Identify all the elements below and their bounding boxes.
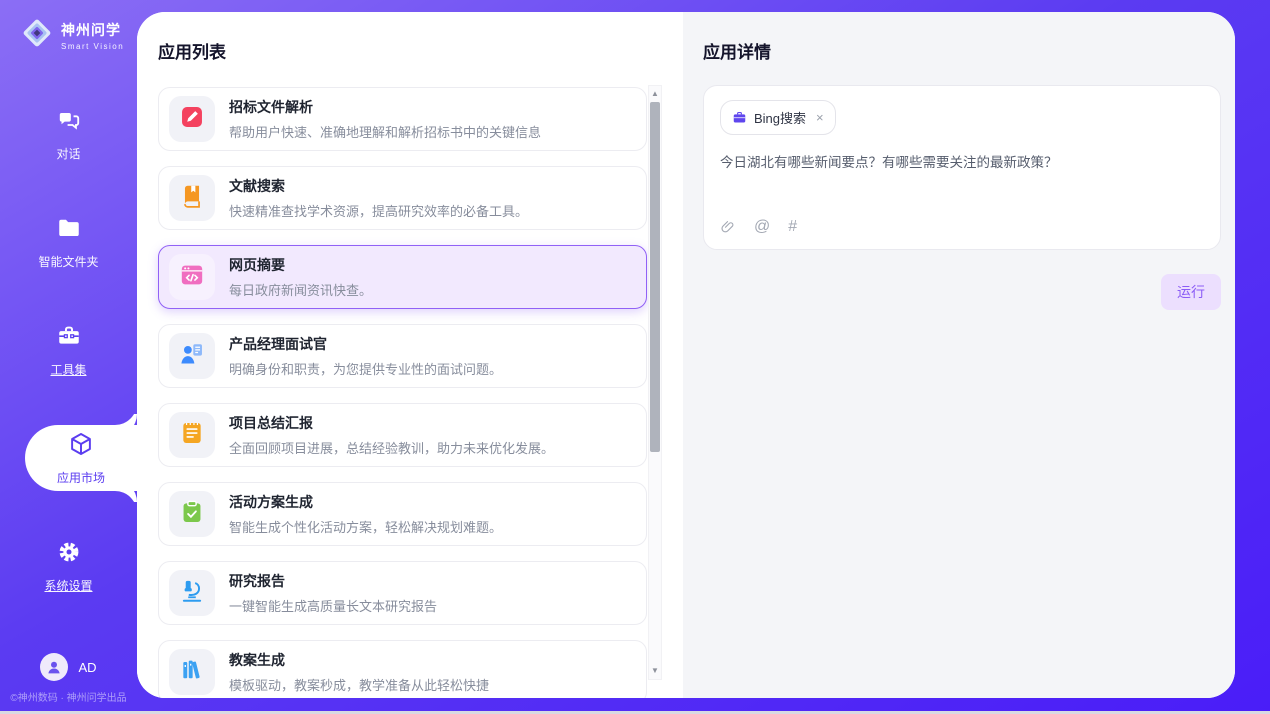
app-card-pm-interviewer[interactable]: 产品经理面试官 明确身份和职责，为您提供专业性的面试问题。: [158, 324, 647, 388]
app-card-title: 招标文件解析: [229, 97, 541, 117]
app-card-desc: 模板驱动，教案秒成，教学准备从此轻松快捷: [229, 675, 489, 694]
prompt-text[interactable]: 今日湖北有哪些新闻要点？有哪些需要关注的最新政策？: [720, 153, 1204, 173]
mention-icon[interactable]: @: [754, 218, 770, 236]
app-icon-tile: [169, 649, 215, 695]
app-icon-tile: [169, 254, 215, 300]
sidebar-item-label: 智能文件夹: [38, 253, 98, 270]
tool-tag-bing-search[interactable]: Bing搜索 ×: [720, 100, 836, 135]
app-window: 神州问学 Smart Vision 对话: [0, 0, 1270, 714]
app-card-event-plan[interactable]: 活动方案生成 智能生成个性化活动方案，轻松解决规划难题。: [158, 482, 647, 546]
scroll-down-icon[interactable]: ▼: [649, 664, 661, 678]
app-card-title: 文献搜索: [229, 176, 528, 196]
brand-subtitle: Smart Vision: [61, 42, 124, 51]
scrollbar[interactable]: ▲ ▼: [648, 85, 662, 680]
hash-icon[interactable]: #: [788, 218, 797, 236]
folder-icon: [56, 215, 82, 246]
pen-square-icon: [179, 104, 205, 135]
app-card-lesson-plan[interactable]: 教案生成 模板驱动，教案秒成，教学准备从此轻松快捷: [158, 640, 647, 698]
user-profile[interactable]: AD: [0, 653, 137, 681]
app-card-desc: 全面回顾项目进展，总结经验教训，助力未来优化发展。: [229, 438, 554, 457]
app-list-panel: 应用列表 招标文件解析 帮助用户快速、准确地理解和解析招标书中的关键信息: [137, 12, 683, 698]
close-icon[interactable]: ×: [816, 110, 824, 125]
app-card-desc: 明确身份和职责，为您提供专业性的面试问题。: [229, 359, 502, 378]
sidebar-item-app-market[interactable]: 应用市场: [25, 425, 137, 491]
app-icon-tile: [169, 175, 215, 221]
app-card-title: 教案生成: [229, 650, 489, 670]
toolbox-icon: [56, 323, 82, 354]
sidebar-item-label: 应用市场: [57, 469, 105, 486]
app-card-desc: 帮助用户快速、准确地理解和解析招标书中的关键信息: [229, 122, 541, 141]
sidebar: 神州问学 Smart Vision 对话: [0, 0, 137, 711]
app-card-web-summary[interactable]: 网页摘要 每日政府新闻资讯快查。: [158, 245, 647, 309]
app-detail-title: 应用详情: [703, 38, 1221, 63]
gear-icon: [56, 539, 82, 570]
chat-bubbles-icon: [56, 107, 82, 138]
sidebar-item-smart-folders[interactable]: 智能文件夹: [0, 218, 137, 266]
app-card-literature-search[interactable]: 文献搜索 快速精准查找学术资源，提高研究效率的必备工具。: [158, 166, 647, 230]
interviewer-icon: [179, 341, 205, 372]
copyright-footer: ©神州数码 · 神州问学出品: [0, 689, 137, 704]
sidebar-item-chat[interactable]: 对话: [0, 110, 137, 158]
brand-diamond-logo-icon: [20, 16, 54, 55]
scrollbar-thumb[interactable]: [650, 102, 660, 452]
clipboard-check-icon: [179, 499, 205, 530]
app-card-desc: 一键智能生成高质量长文本研究报告: [229, 596, 437, 615]
briefcase-icon: [732, 110, 747, 125]
app-card-desc: 每日政府新闻资讯快查。: [229, 280, 372, 299]
avatar: [40, 653, 68, 681]
prompt-card: Bing搜索 × 今日湖北有哪些新闻要点？有哪些需要关注的最新政策？ @ #: [703, 85, 1221, 250]
app-detail-panel: 应用详情 Bing搜索 × 今日湖北有哪些新闻要点？有哪些需要关注的最新政策？: [683, 12, 1235, 698]
run-row: 运行: [703, 274, 1221, 310]
app-icon-tile: [169, 412, 215, 458]
app-card-title: 活动方案生成: [229, 492, 502, 512]
books-icon: [179, 657, 205, 688]
book-icon: [179, 183, 205, 214]
app-icon-tile: [169, 96, 215, 142]
browser-code-icon: [179, 262, 205, 293]
sidebar-item-settings[interactable]: 系统设置: [0, 542, 137, 590]
sidebar-nav: 对话 智能文件夹: [0, 110, 137, 650]
app-card-title: 研究报告: [229, 571, 437, 591]
app-list-title: 应用列表: [158, 38, 683, 63]
microscope-icon: [179, 578, 205, 609]
app-card-list: 招标文件解析 帮助用户快速、准确地理解和解析招标书中的关键信息: [158, 87, 647, 698]
app-card-desc: 智能生成个性化活动方案，轻松解决规划难题。: [229, 517, 502, 536]
app-card-project-summary[interactable]: 项目总结汇报 全面回顾项目进展，总结经验教训，助力未来优化发展。: [158, 403, 647, 467]
tool-tag-label: Bing搜索: [754, 108, 806, 127]
app-card-desc: 快速精准查找学术资源，提高研究效率的必备工具。: [229, 201, 528, 220]
sidebar-item-label: 对话: [56, 145, 80, 162]
scroll-up-icon[interactable]: ▲: [649, 87, 661, 101]
sidebar-item-toolset[interactable]: 工具集: [0, 326, 137, 374]
memo-icon: [179, 420, 205, 451]
cube-icon: [68, 431, 94, 462]
paperclip-icon[interactable]: [720, 219, 736, 235]
app-card-research-report[interactable]: 研究报告 一键智能生成高质量长文本研究报告: [158, 561, 647, 625]
composer-icon-row: @ #: [720, 218, 797, 236]
app-icon-tile: [169, 491, 215, 537]
sidebar-item-label: 工具集: [50, 361, 86, 378]
app-card-tender-parse[interactable]: 招标文件解析 帮助用户快速、准确地理解和解析招标书中的关键信息: [158, 87, 647, 151]
main-container: 应用列表 招标文件解析 帮助用户快速、准确地理解和解析招标书中的关键信息: [137, 12, 1235, 698]
app-card-title: 网页摘要: [229, 255, 372, 275]
run-button[interactable]: 运行: [1161, 274, 1221, 310]
sidebar-item-label: 系统设置: [44, 577, 92, 594]
app-icon-tile: [169, 333, 215, 379]
app-card-title: 项目总结汇报: [229, 413, 554, 433]
app-icon-tile: [169, 570, 215, 616]
user-name: AD: [78, 660, 96, 675]
brand: 神州问学 Smart Vision: [0, 0, 137, 55]
brand-title: 神州问学: [61, 20, 124, 40]
app-card-title: 产品经理面试官: [229, 334, 502, 354]
